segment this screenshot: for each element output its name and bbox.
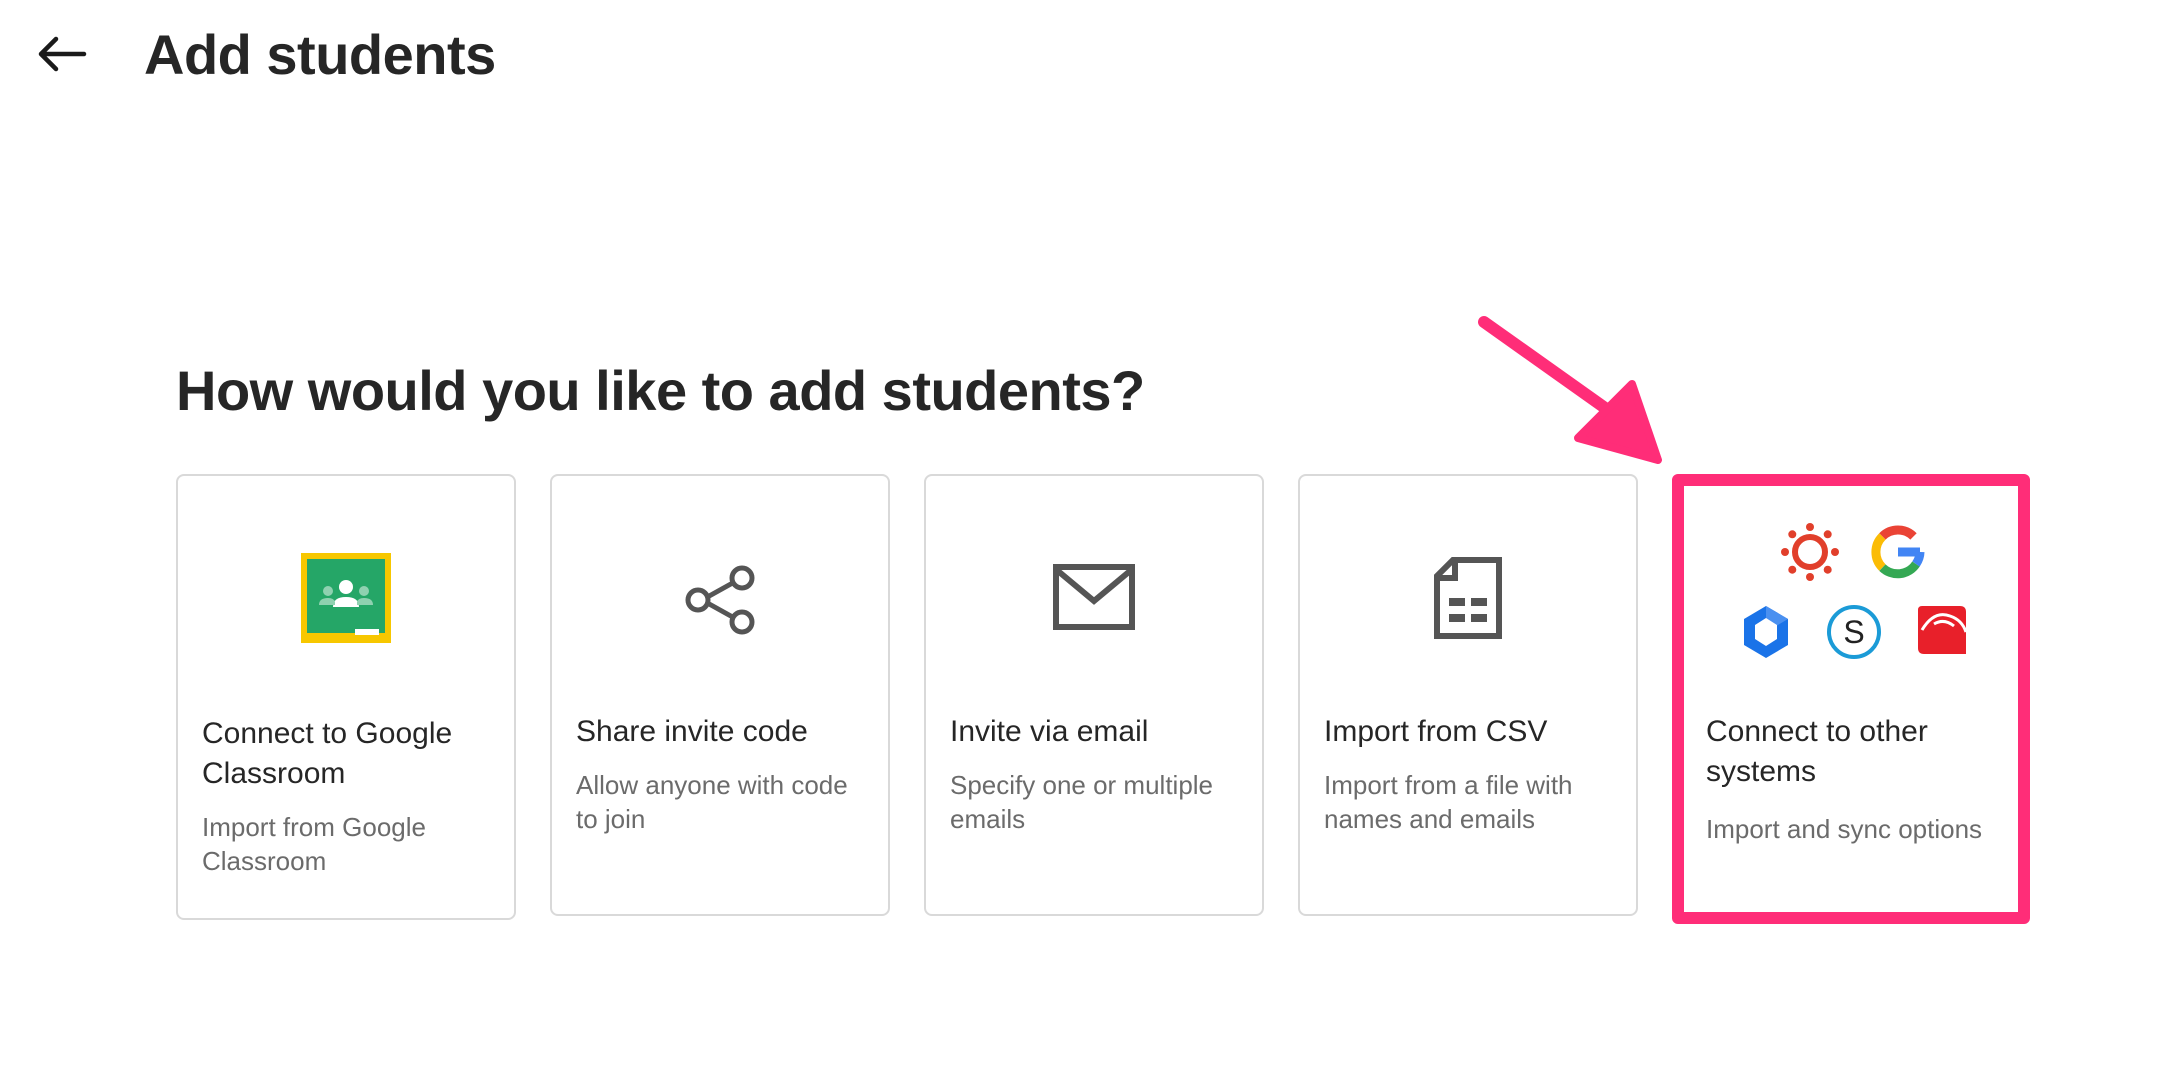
share-icon <box>685 565 755 635</box>
page-header: Add students <box>32 14 496 94</box>
canvas-logo-icon <box>1781 523 1839 581</box>
svg-text:S: S <box>1843 614 1864 650</box>
option-description: Specify one or multiple emails <box>950 770 1214 834</box>
option-card-connect-other-systems[interactable]: S Connect to other systems Import and sy… <box>1672 474 2030 924</box>
schoolnet-logo-icon <box>1918 606 1968 654</box>
google-classroom-icon <box>301 553 391 643</box>
option-title: Share invite code <box>576 715 808 748</box>
option-description: Import and sync options <box>1706 814 1983 844</box>
option-description: Allow anyone with code to join <box>576 770 848 834</box>
option-description: Import from a file with names and emails <box>1324 770 1573 834</box>
option-card-invite-via-email[interactable]: Invite via email Specify one or multiple… <box>924 474 1264 916</box>
arrow-left-icon <box>38 36 87 72</box>
mail-icon <box>1053 564 1135 630</box>
section-heading: How would you like to add students? <box>176 359 1145 422</box>
schoology-logo-icon: S <box>1827 605 1881 659</box>
option-description: Import from Google Classroom <box>202 812 426 876</box>
annotation-arrow-icon <box>1478 316 1662 464</box>
page-title: Add students <box>144 22 496 86</box>
option-title: Import from CSV <box>1324 715 1548 748</box>
option-card-share-invite-code[interactable]: Share invite code Allow anyone with code… <box>550 474 890 916</box>
google-logo-icon <box>1871 525 1925 579</box>
csv-file-icon <box>1434 557 1502 639</box>
option-title: Connect to Google Classroom <box>202 717 453 790</box>
option-title: Connect to other systems <box>1706 715 1928 788</box>
integration-logos: S <box>1684 522 2018 682</box>
option-title: Invite via email <box>950 715 1149 748</box>
option-card-import-from-csv[interactable]: Import from CSV Import from a file with … <box>1298 474 1638 916</box>
clever-logo-icon <box>1744 606 1788 658</box>
option-card-google-classroom[interactable]: Connect to Google Classroom Import from … <box>176 474 516 920</box>
back-button[interactable] <box>32 24 92 84</box>
